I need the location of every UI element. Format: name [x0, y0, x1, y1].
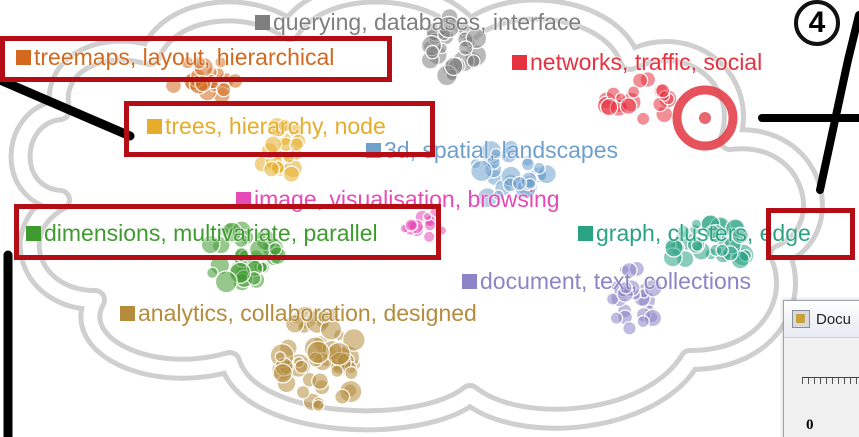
document-bubble[interactable] — [622, 320, 637, 336]
document-bubble[interactable] — [326, 341, 351, 366]
topic-label-querying[interactable]: querying, databases, interface — [255, 9, 581, 36]
topic-color-swatch — [512, 55, 527, 70]
topic-color-swatch — [120, 306, 135, 321]
highlight-box-trees — [124, 101, 435, 157]
document-bubble[interactable] — [214, 270, 238, 294]
document-bubble[interactable] — [334, 388, 351, 405]
annotation-stroke-right-diag — [844, 11, 859, 64]
document-bubble[interactable] — [458, 40, 474, 56]
document-bubble[interactable] — [466, 54, 481, 69]
document-bubble[interactable] — [636, 111, 651, 126]
topic-color-swatch — [578, 226, 593, 241]
app-icon — [792, 310, 810, 328]
document-bubble[interactable] — [311, 372, 329, 391]
document-slider[interactable] — [802, 377, 859, 386]
highlight-box-dimensions — [14, 204, 441, 260]
topic-label-text: analytics, collaboration, designed — [138, 300, 477, 326]
document-bubble[interactable] — [532, 161, 546, 175]
document-bubble[interactable] — [311, 399, 325, 413]
topic-color-swatch — [462, 274, 477, 289]
document-bubble[interactable] — [282, 165, 301, 183]
topic-label-analytics[interactable]: analytics, collaboration, designed — [120, 300, 477, 327]
document-bubble[interactable] — [626, 85, 641, 99]
document-bubble[interactable] — [294, 359, 309, 374]
topic-label-text: document, text, collections — [480, 268, 752, 294]
document-bubble[interactable] — [619, 97, 638, 115]
document-bubble[interactable] — [272, 363, 293, 384]
document-bubble[interactable] — [295, 384, 311, 400]
document-bubble[interactable] — [425, 44, 440, 60]
document-bubble[interactable] — [344, 366, 359, 381]
topic-map-canvas: querying, databases, interface treemaps,… — [0, 0, 859, 437]
document-bubble[interactable] — [599, 97, 619, 117]
document-bubble[interactable] — [655, 83, 671, 99]
topic-color-swatch — [255, 15, 270, 30]
topic-label-text: querying, databases, interface — [273, 9, 582, 35]
document-window-title: Docu — [816, 310, 852, 328]
document-bubble[interactable] — [263, 160, 281, 178]
document-bubble[interactable] — [444, 56, 464, 77]
slider-min-label: 0 — [806, 417, 814, 433]
topic-label-text: networks, traffic, social — [530, 49, 763, 75]
document-bubble[interactable] — [609, 311, 624, 325]
selection-ring-center — [699, 112, 711, 124]
document-window-titlebar[interactable]: Docu — [784, 301, 859, 338]
topic-label-document[interactable]: document, text, collections — [462, 268, 751, 295]
topic-label-networks[interactable]: networks, traffic, social — [512, 49, 762, 76]
annotation-stroke-pointer — [816, 56, 852, 194]
document-bubble[interactable] — [636, 315, 650, 329]
document-bubble[interactable] — [330, 364, 344, 378]
document-window[interactable]: Docu 0 — [783, 300, 859, 437]
highlight-box-treemaps — [0, 36, 392, 82]
document-bubble[interactable] — [306, 340, 330, 365]
document-bubble[interactable] — [274, 351, 286, 363]
step-number-badge: 4 — [794, 0, 840, 46]
highlight-box-edge — [766, 208, 855, 260]
